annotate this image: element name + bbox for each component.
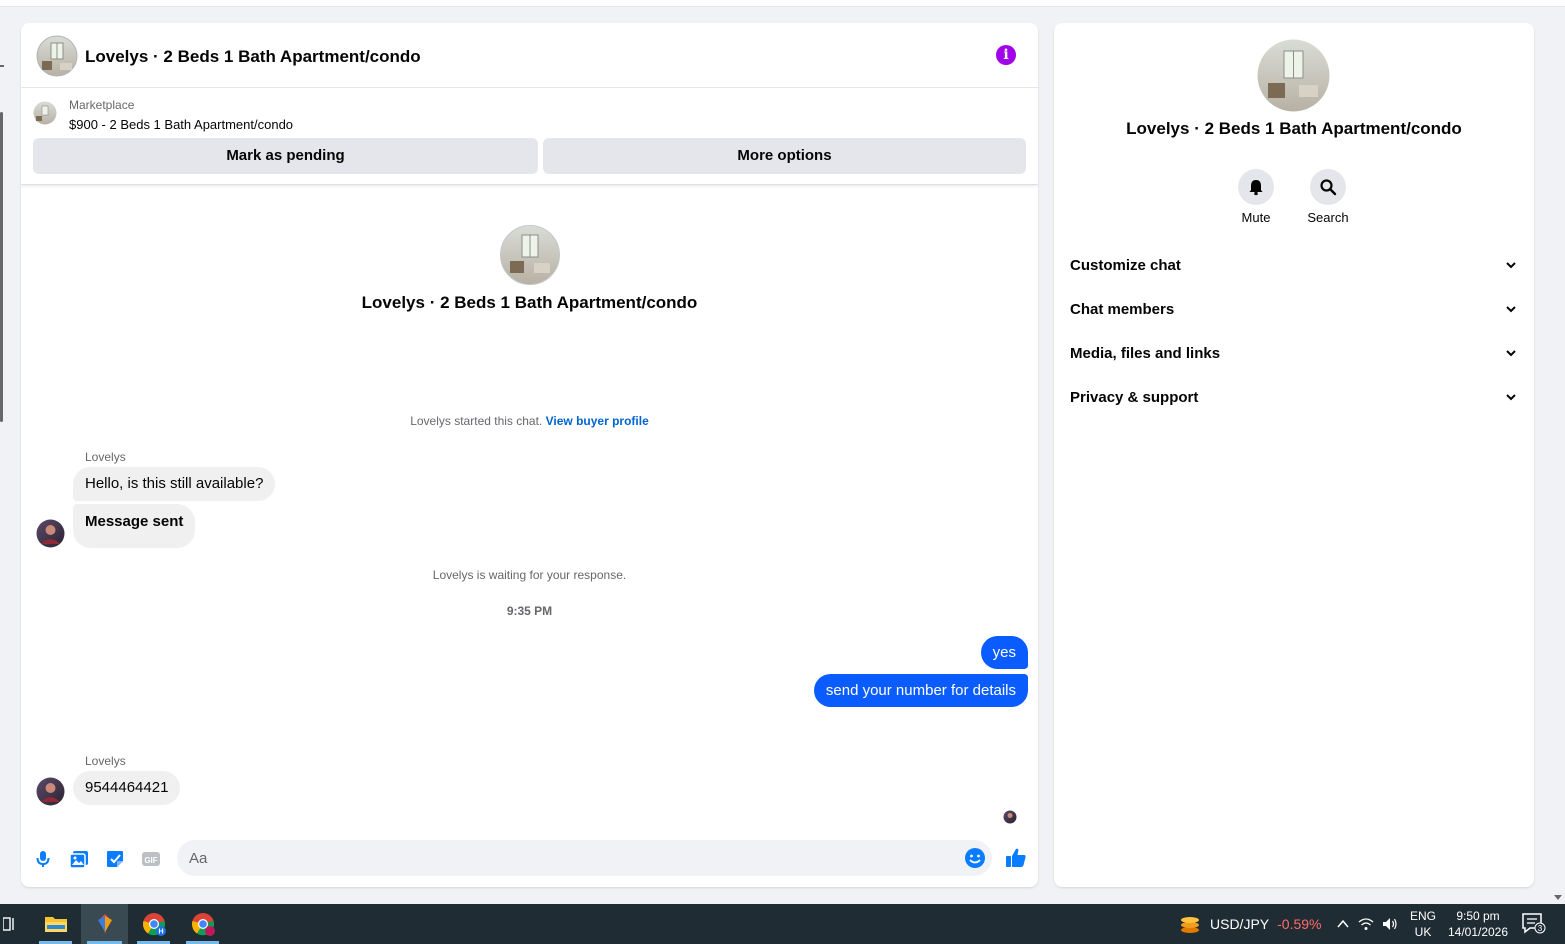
chat-panel: Lovelys · 2 Beds 1 Bath Apartment/condo …: [21, 23, 1038, 887]
system-tray: [1336, 904, 1398, 944]
conversation-avatar[interactable]: [500, 225, 560, 285]
conversation-title: Lovelys · 2 Beds 1 Bath Apartment/condo: [361, 293, 698, 312]
edge-tick: [0, 65, 4, 67]
mute-label: Mute: [1241, 210, 1271, 225]
emoji-icon[interactable]: [964, 847, 986, 869]
notification-count: 3: [1538, 924, 1543, 933]
marketplace-label: Marketplace: [69, 98, 135, 112]
search-label: Search: [1307, 210, 1349, 225]
incoming-message[interactable]: Message sent: [73, 504, 196, 548]
mute-button[interactable]: Mute: [1226, 169, 1286, 225]
search-button[interactable]: Search: [1298, 169, 1358, 225]
ticker-symbol: USD/JPY: [1210, 916, 1270, 932]
sender-avatar[interactable]: [36, 777, 65, 806]
system-clock[interactable]: 9:50 pm 14/01/2026: [1446, 908, 1510, 940]
sticker-icon[interactable]: [104, 848, 126, 870]
chat-members-section[interactable]: Chat members: [1070, 289, 1518, 329]
lang-code: ENG: [1409, 909, 1436, 923]
taskbar-app-launcher[interactable]: [81, 904, 128, 944]
sender-name: Lovelys: [85, 754, 126, 768]
chevron-down-icon: [1506, 394, 1516, 401]
app-logo-icon: [97, 914, 112, 934]
conversation-info-panel: Lovelys · 2 Beds 1 Bath Apartment/condo …: [1054, 23, 1534, 887]
chat-title[interactable]: Lovelys · 2 Beds 1 Bath Apartment/condo: [85, 47, 421, 67]
customize-chat-section[interactable]: Customize chat: [1070, 245, 1518, 285]
microphone-icon[interactable]: [32, 848, 54, 870]
chevron-down-icon: [1506, 350, 1516, 357]
chevron-up-icon[interactable]: [1336, 917, 1350, 931]
section-label: Media, files and links: [1070, 344, 1221, 362]
scroll-down-arrow-icon[interactable]: [1554, 895, 1562, 900]
listing-thumbnail[interactable]: [33, 101, 57, 125]
mute-circle[interactable]: [1238, 169, 1274, 205]
bell-icon: [1249, 180, 1263, 196]
privacy-support-section[interactable]: Privacy & support: [1070, 377, 1518, 417]
left-scrollbar-thumb[interactable]: [0, 112, 3, 422]
waiting-notice: Lovelys is waiting for your response.: [432, 568, 627, 582]
sender-avatar[interactable]: [36, 519, 65, 548]
svg-text:H: H: [158, 929, 163, 936]
gif-icon[interactable]: GIF: [140, 848, 162, 870]
windows-taskbar: H USD/JPY -0.59% ENG UK 9:50 pm 14/01/20…: [0, 904, 1565, 944]
more-options-button[interactable]: More options: [543, 138, 1026, 174]
input-language-indicator[interactable]: ENG UK: [1408, 908, 1438, 940]
chat-started-notice: Lovelys started this chat. View buyer pr…: [21, 414, 1038, 428]
chat-started-text: Lovelys started this chat.: [410, 414, 543, 428]
marketplace-listing-bar: Marketplace $900 - 2 Beds 1 Bath Apartme…: [21, 89, 1038, 185]
clock-time: 9:50 pm: [1456, 909, 1500, 923]
listing-avatar-large[interactable]: [1257, 39, 1330, 112]
task-view-icon: [3, 917, 14, 931]
view-buyer-profile-link[interactable]: View buyer profile: [546, 414, 649, 428]
wifi-icon[interactable]: [1358, 917, 1374, 931]
chat-header: Lovelys · 2 Beds 1 Bath Apartment/condo …: [21, 23, 1038, 88]
coins-icon: [1181, 917, 1199, 933]
lang-region: UK: [1414, 925, 1432, 939]
clock-date: 14/01/2026: [1447, 925, 1509, 939]
currency-ticker-widget[interactable]: USD/JPY -0.59%: [1178, 904, 1321, 944]
task-view-button[interactable]: [0, 904, 20, 944]
message-composer: GIF: [21, 838, 1038, 878]
ticker-change: -0.59%: [1277, 916, 1322, 932]
search-icon: [1320, 179, 1337, 196]
listing-avatar[interactable]: [36, 35, 78, 77]
speaker-icon[interactable]: [1382, 917, 1398, 931]
left-scroll-edge: [0, 7, 6, 897]
taskbar-file-explorer[interactable]: [33, 904, 78, 944]
outgoing-message[interactable]: send your number for details: [813, 674, 1028, 707]
section-label: Privacy & support: [1070, 388, 1199, 406]
sender-name: Lovelys: [85, 450, 126, 464]
search-circle[interactable]: [1310, 169, 1346, 205]
incoming-message[interactable]: Hello, is this still available?: [73, 467, 276, 501]
mark-as-pending-button[interactable]: Mark as pending: [33, 138, 538, 174]
thumbs-up-icon[interactable]: [1004, 846, 1028, 870]
info-icon[interactable]: i: [996, 45, 1016, 65]
section-label: Customize chat: [1070, 256, 1181, 274]
photo-icon[interactable]: [68, 848, 90, 870]
notification-center-icon[interactable]: 3: [1520, 912, 1548, 936]
chrome-icon: [191, 913, 215, 936]
listing-description[interactable]: $900 - 2 Beds 1 Bath Apartment/condo: [69, 117, 293, 132]
outgoing-message[interactable]: yes: [980, 636, 1028, 669]
chevron-down-icon: [1506, 306, 1516, 313]
chrome-icon: H: [142, 913, 166, 936]
seen-indicator-avatar: [1003, 810, 1017, 824]
page-scrollbar[interactable]: [1551, 7, 1565, 904]
chevron-down-icon: [1506, 262, 1516, 269]
svg-text:GIF: GIF: [144, 856, 157, 865]
incoming-message[interactable]: 9544464421: [73, 771, 181, 805]
taskbar-chrome-profile-h[interactable]: H: [131, 904, 176, 944]
message-timestamp: 9:35 PM: [506, 604, 553, 618]
message-input[interactable]: [177, 840, 992, 876]
section-label: Chat members: [1070, 300, 1175, 318]
top-strip: [0, 0, 1565, 7]
media-files-links-section[interactable]: Media, files and links: [1070, 333, 1518, 373]
taskbar-chrome-profile-2[interactable]: [180, 904, 225, 944]
info-title: Lovelys · 2 Beds 1 Bath Apartment/condo: [1126, 119, 1462, 138]
folder-icon: [44, 917, 67, 932]
